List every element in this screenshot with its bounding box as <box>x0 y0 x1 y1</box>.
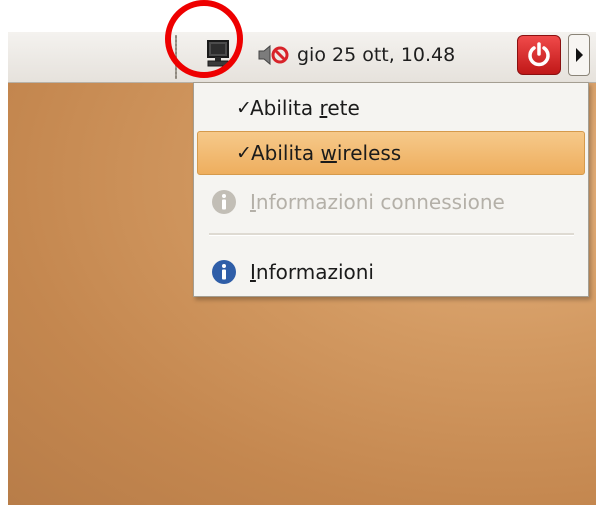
menu-item-about[interactable]: Informazioni <box>194 251 588 293</box>
power-button[interactable] <box>517 35 561 75</box>
image-margin-bottom <box>0 505 596 513</box>
image-margin-left <box>0 0 8 513</box>
menu-separator <box>209 233 574 236</box>
arrow-right-icon[interactable] <box>568 34 590 76</box>
panel-clock[interactable]: gio 25 ott, 10.48 <box>297 40 455 70</box>
check-icon: ✓ <box>236 142 252 164</box>
info-icon <box>212 260 236 284</box>
menu-item-label: Informazioni <box>250 260 374 284</box>
menu-item-label: Abilita rete <box>250 96 360 120</box>
annotation-circle <box>165 0 243 78</box>
volume-muted-icon[interactable] <box>255 42 291 68</box>
network-menu: ✓ Abilita rete ✓ Abilita wireless Inform… <box>193 82 589 297</box>
menu-item-enable-network[interactable]: ✓ Abilita rete <box>194 87 588 129</box>
image-margin-top <box>0 0 596 32</box>
menu-item-connection-info: Informazioni connessione <box>194 181 588 223</box>
menu-item-enable-wireless[interactable]: ✓ Abilita wireless <box>197 131 585 175</box>
info-icon <box>212 190 236 214</box>
power-icon <box>528 42 550 67</box>
menu-item-label: Abilita wireless <box>251 141 402 165</box>
menu-item-label: Informazioni connessione <box>250 190 505 214</box>
